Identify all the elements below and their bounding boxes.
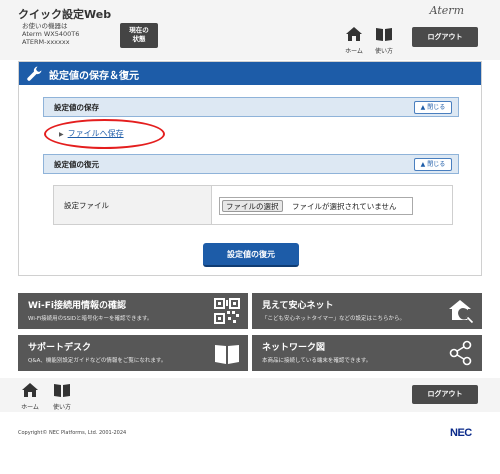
chevron-up-icon: ▲ [420,104,426,111]
chevron-up-icon: ▲ [420,161,426,168]
settings-file-label-cell: 設定ファイル [54,186,212,224]
network-map-tile[interactable]: ネットワーク図 本商品に接続している端末を確認できます。 [252,335,482,371]
book-icon [376,28,392,41]
header-manual-label: 使い方 [374,48,393,55]
aterm-logo: Aterm [429,4,464,17]
device-label: お使いの機器は [22,22,68,30]
device-id: ATERM-xxxxxx [22,38,70,46]
wifi-info-title: Wi-Fi接続用情報の確認 [28,301,126,311]
save-close-label: 閉じる [427,104,446,111]
current-status-button[interactable]: 現在の 状態 [120,23,158,48]
restore-settings-button[interactable]: 設定値の復元 [203,243,299,267]
wifi-info-desc: Wi-Fi接続用のSSIDと暗号化キーを確認できます。 [28,316,153,322]
header-home-label: ホーム [345,48,363,55]
footer-manual-button[interactable]: 使い方 [50,382,74,411]
highlight-ellipse [44,119,165,149]
no-file-selected-text: ファイルが選択されていません [292,202,397,211]
network-map-title: ネットワーク図 [262,343,326,353]
header-manual-button[interactable]: 使い方 [372,26,396,55]
network-share-icon [449,340,472,366]
footer-home-button[interactable]: ホーム [18,382,42,411]
book-icon [215,345,239,364]
support-desk-tile[interactable]: サポートデスク Q&A、機能別設定ガイドなどの情報をご覧になれます。 [18,335,248,371]
home-icon [22,383,38,397]
settings-file-label: 設定ファイル [64,201,109,210]
settings-file-row: 設定ファイル ファイルの選択 ファイルが選択されていません [53,185,453,225]
app-title: クイック設定Web [18,8,112,21]
mimamoru-net-desc: 「こども安心ネットタイマー」などの設定はこちらから。 [262,316,406,322]
restore-section-header: 設定値の復元 ▲ 閉じる [43,154,459,174]
network-map-desc: 本商品に接続している端末を確認できます。 [262,358,372,364]
support-desk-desc: Q&A、機能別設定ガイドなどの情報をご覧になれます。 [28,358,167,364]
page-title-bar: 設定値の保存＆復元 [19,62,481,85]
header: クイック設定Web お使いの機器は Aterm WX5400T6 ATERM-x… [0,0,500,60]
restore-close-label: 閉じる [427,161,446,168]
home-icon [346,27,362,41]
wrench-icon [27,66,42,81]
header-logout-button[interactable]: ログアウト [412,27,478,47]
backup-restore-card: 設定値の保存＆復元 設定値の保存 ▲ 閉じる ▶ ファイルへ保存 設定値の復元 ▲ 閉… [18,61,482,276]
save-section-close-button[interactable]: ▲ 閉じる [414,101,452,114]
device-model: Aterm WX5400T6 [22,30,80,38]
book-icon [54,384,70,397]
footer-home-label: ホーム [21,404,39,411]
choose-file-button[interactable]: ファイルの選択 [222,200,283,212]
mimamoru-net-tile[interactable]: 見えて安心ネット 「こども安心ネットタイマー」などの設定はこちらから。 [252,293,482,329]
restore-section-close-button[interactable]: ▲ 閉じる [414,158,452,171]
footer-manual-label: 使い方 [52,404,71,411]
restore-section-title: 設定値の復元 [54,160,99,169]
wifi-info-tile[interactable]: Wi-Fi接続用情報の確認 Wi-Fi接続用のSSIDと暗号化キーを確認できます… [18,293,248,329]
support-desk-title: サポートデスク [28,343,92,353]
save-section-title: 設定値の保存 [54,103,99,112]
header-home-button[interactable]: ホーム [342,26,366,55]
qr-code-icon [214,298,240,324]
page-title: 設定値の保存＆復元 [49,71,139,82]
save-section-header: 設定値の保存 ▲ 閉じる [43,97,459,117]
house-search-icon [449,300,474,324]
mimamoru-net-title: 見えて安心ネット [262,301,334,311]
copyright-text: Copyright© NEC Platforms, Ltd. 2001-2024 [18,430,127,436]
nec-logo: NEC [450,427,472,439]
footer-logout-button[interactable]: ログアウト [412,385,478,404]
settings-file-input[interactable]: ファイルの選択 ファイルが選択されていません [219,197,413,215]
